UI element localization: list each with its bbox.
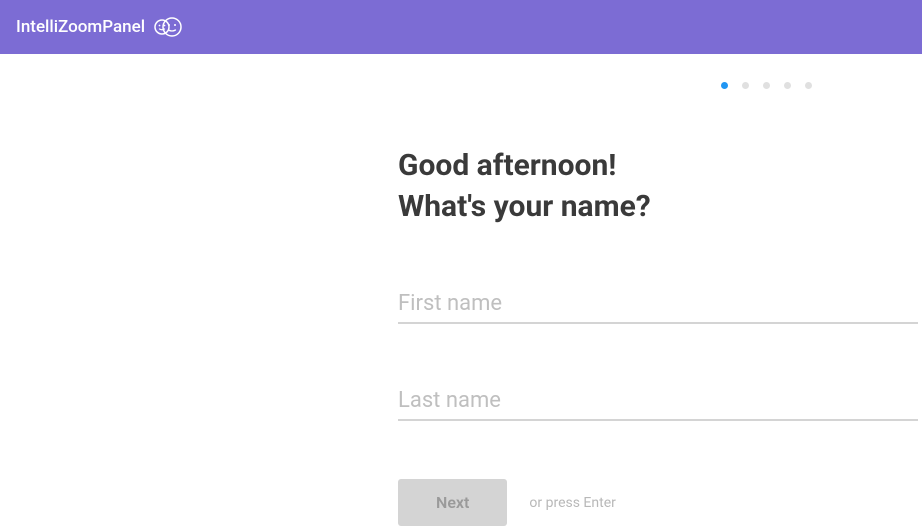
first-name-input[interactable]	[398, 285, 918, 324]
brand: IntelliZoomPanel	[16, 16, 183, 38]
first-name-group	[398, 285, 922, 324]
progress-dot-5	[805, 82, 812, 89]
brand-name: IntelliZoomPanel	[16, 17, 145, 37]
greeting-line-1: Good afternoon!	[398, 148, 616, 183]
faces-icon	[153, 16, 183, 38]
action-row: Next or press Enter	[398, 479, 922, 526]
greeting-line-2: What's your name?	[398, 189, 651, 224]
progress-indicator	[721, 82, 812, 89]
signup-form: Good afternoon! What's your name? Next o…	[398, 146, 922, 526]
app-header: IntelliZoomPanel	[0, 0, 922, 54]
progress-dot-4	[784, 82, 791, 89]
form-heading: Good afternoon! What's your name?	[398, 146, 922, 227]
main-content: Good afternoon! What's your name? Next o…	[0, 54, 922, 526]
progress-dot-1	[721, 82, 728, 89]
progress-dot-3	[763, 82, 770, 89]
next-button[interactable]: Next	[398, 479, 507, 526]
enter-hint: or press Enter	[529, 495, 615, 511]
progress-dot-2	[742, 82, 749, 89]
last-name-input[interactable]	[398, 382, 918, 421]
last-name-group	[398, 382, 922, 421]
